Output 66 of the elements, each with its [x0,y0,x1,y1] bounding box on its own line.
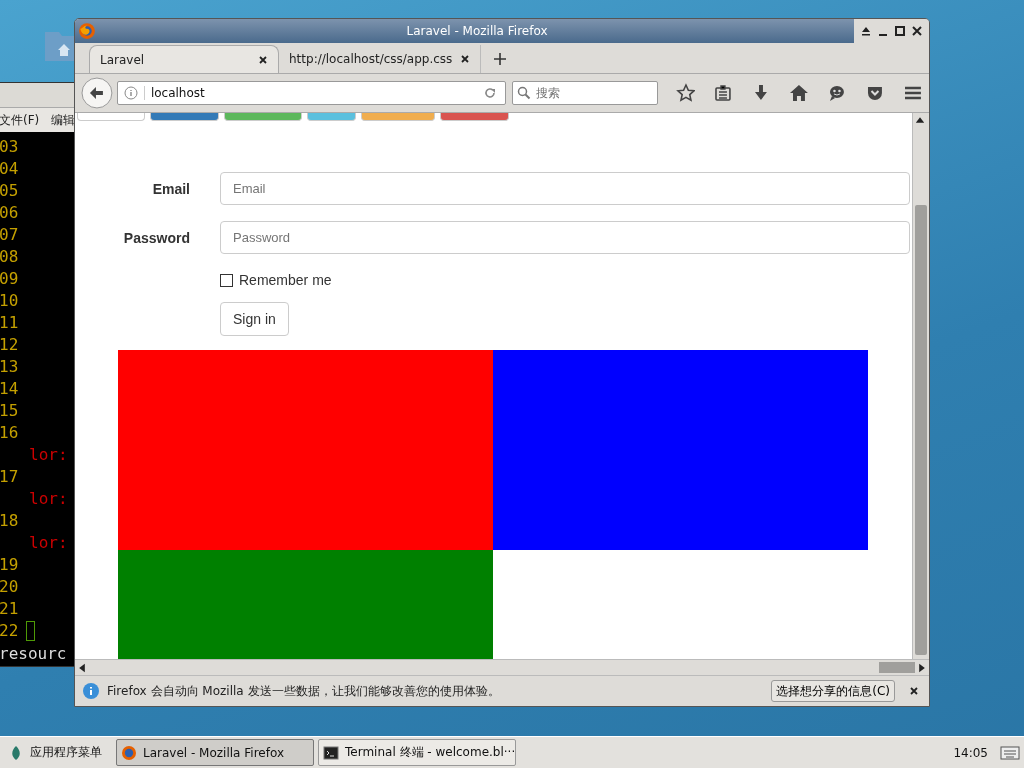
close-icon[interactable] [258,54,268,65]
terminal-text: 21 [0,598,19,620]
new-tab-icon[interactable] [493,52,508,66]
terminal-text: 19 [0,554,19,576]
close-icon[interactable] [460,54,471,64]
terminal-text: lor: [29,488,68,510]
page-button[interactable] [150,113,219,121]
field-label: Password [122,229,191,246]
terminal-text: 18 [0,510,19,532]
terminal-text: 22 [0,620,19,642]
firefox-logo-icon [78,22,96,40]
terminal-text: 03 [0,136,19,158]
taskbar-button[interactable]: Laravel - Mozilla Firefox [116,739,314,766]
shade-icon[interactable] [860,25,872,37]
window-title: Laravel - Mozilla Firefox [405,24,549,38]
search-field[interactable]: 搜索 [511,81,658,105]
menu-item[interactable]: 编辑 [51,111,76,129]
info-icon [83,683,99,699]
applications-menu-button[interactable]: 应用程序菜单 [0,744,112,761]
browser-tab[interactable]: http://localhost/css/app.css [279,45,482,73]
share-settings-button[interactable]: 选择想分享的信息(C) [771,680,895,702]
reload-icon[interactable] [482,86,497,100]
input-field[interactable]: Email [220,172,910,205]
clock: 14:05 [953,745,988,760]
terminal-text: 05 [0,180,19,202]
terminal-icon [323,744,339,761]
terminal-text: 13 [0,356,19,378]
browser-tab[interactable]: Laravel [89,45,279,73]
terminal-text: lor: [29,444,68,466]
checkbox-label: Remember me [239,272,332,288]
firefox-logo-icon [121,744,137,761]
terminal-text: 11 [0,312,19,334]
close-icon[interactable] [911,25,923,37]
terminal-text: 06 [0,202,19,224]
terminal-text: 09 [0,268,19,290]
address-field[interactable]: localhost [116,81,506,105]
horizontal-scrollbar[interactable] [75,659,929,675]
terminal-text: 10 [0,290,19,312]
star-icon[interactable] [675,83,696,103]
reading-list-icon[interactable] [713,83,734,103]
terminal-text: 17 [0,466,19,488]
notification-text: Firefox 会自动向 Mozilla 发送一些数据，让我们能够改善您的使用体验。 [107,682,501,700]
terminal-text: 08 [0,246,19,268]
home-icon[interactable] [789,83,810,103]
search-icon [516,86,531,100]
input-field[interactable]: Password [220,221,910,254]
terminal-text: 07 [0,224,19,246]
terminal-text: 15 [0,400,19,422]
terminal-text: lor: [29,532,68,554]
back-icon[interactable] [81,77,113,109]
field-label: Email [151,180,191,197]
leaf-icon [10,744,22,761]
terminal-text: resourc [0,644,68,665]
checkbox[interactable] [220,273,233,287]
vertical-scrollbar[interactable] [912,113,929,659]
terminal-text: 04 [0,158,19,180]
info-icon[interactable] [123,86,138,100]
maximize-icon[interactable] [894,25,906,37]
menu-item[interactable]: 文件(F) [0,111,40,129]
sign-in-button[interactable]: Sign in [220,302,289,336]
terminal-text: 20 [0,576,19,598]
terminal-text: 12 [0,334,19,356]
close-icon[interactable] [909,686,919,696]
terminal-text: 14 [0,378,19,400]
taskbar-button[interactable]: Terminal 终端 - welcome.bl··· [318,739,516,766]
terminal-text: 16 [0,422,19,444]
